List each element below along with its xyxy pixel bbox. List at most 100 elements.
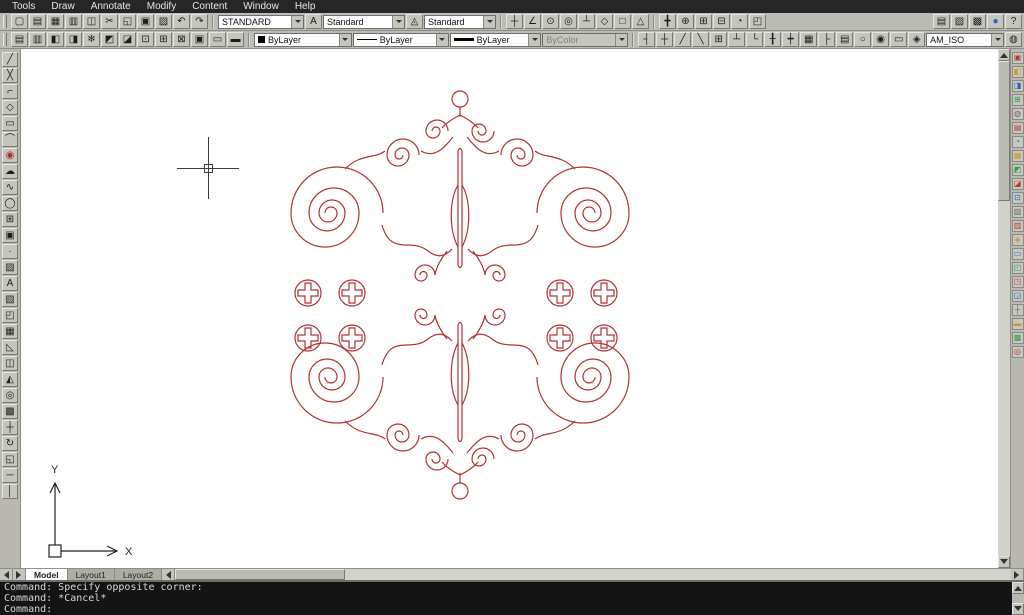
gradient-tool-icon[interactable]: ▧ xyxy=(2,292,18,307)
undo-icon[interactable]: ↶ xyxy=(173,14,190,29)
rotate-tool-icon[interactable]: ↻ xyxy=(2,436,18,451)
match-properties-icon[interactable]: ▨ xyxy=(155,14,172,29)
text-style-combo[interactable]: Standard xyxy=(323,14,405,29)
leader-note-icon[interactable]: └ xyxy=(746,32,764,47)
vertical-scroll-thumb[interactable] xyxy=(998,61,1010,201)
zoom-window-icon[interactable]: ⊞ xyxy=(695,14,712,29)
revision-cloud-icon[interactable]: ☁ xyxy=(2,164,18,179)
power-dim-icon[interactable]: ▥ xyxy=(1011,220,1024,232)
object-snap-icon[interactable]: □ xyxy=(614,14,631,29)
fea-calculation-icon[interactable]: ⊞ xyxy=(1011,94,1024,106)
region-tool-icon[interactable]: ◰ xyxy=(2,308,18,323)
steel-shapes-icon[interactable]: ◪ xyxy=(1011,178,1024,190)
menu-item[interactable]: Tools xyxy=(4,0,43,13)
extend-tool-icon[interactable]: │ xyxy=(2,484,18,499)
angle-snap-icon[interactable]: ∠ xyxy=(524,14,541,29)
polyline-tool-icon[interactable]: ⌐ xyxy=(2,84,18,99)
horizontal-scroll-thumb[interactable] xyxy=(175,569,346,580)
shaft-generator-icon[interactable]: ◨ xyxy=(1011,80,1024,92)
balloon-icon[interactable]: ○ xyxy=(854,32,872,47)
color-combo[interactable]: ByLayer xyxy=(254,32,352,47)
snap-track-icon[interactable]: △ xyxy=(632,14,649,29)
lineweight-settings-icon[interactable]: ▬ xyxy=(227,32,244,47)
dim-style-combo[interactable]: STANDARD xyxy=(218,14,304,29)
surface-finish-icon[interactable]: ◰ xyxy=(1011,262,1024,274)
edge-symbols-icon[interactable]: ◲ xyxy=(1011,290,1024,302)
layout-tab[interactable]: Layout2 xyxy=(114,569,163,580)
combo-arrow-icon[interactable] xyxy=(392,15,404,28)
surface-symbol-icon[interactable]: ╱ xyxy=(674,32,692,47)
pan-icon[interactable]: ╋ xyxy=(659,14,676,29)
text-style-icon[interactable]: A xyxy=(305,14,322,29)
construction-line-icon[interactable]: ╳ xyxy=(2,68,18,83)
centerline-icon[interactable]: ╂ xyxy=(764,32,782,47)
dim-style-icon[interactable]: ◬ xyxy=(406,14,423,29)
hole-chart-icon[interactable]: ▦ xyxy=(800,32,818,47)
belt-drive-icon[interactable]: ▦ xyxy=(1011,150,1024,162)
ellipse-tool-icon[interactable]: ◯ xyxy=(2,196,18,211)
menu-item[interactable]: Modify xyxy=(139,0,184,13)
revision-list-icon[interactable]: ▩ xyxy=(1011,332,1024,344)
command-scrollbar[interactable] xyxy=(1012,582,1024,615)
rectangle-tool-icon[interactable]: ▭ xyxy=(2,116,18,131)
layer-off-icon[interactable]: ◪ xyxy=(119,32,136,47)
menu-item[interactable]: Help xyxy=(287,0,324,13)
weld-symbols-icon[interactable]: ◳ xyxy=(1011,276,1024,288)
combo-arrow-icon[interactable] xyxy=(991,33,1003,46)
zoom-previous-icon[interactable]: ⊟ xyxy=(713,14,730,29)
drawing-canvas[interactable]: Y X xyxy=(21,49,998,568)
new-drawing-icon[interactable]: ▢ xyxy=(11,14,28,29)
lineweight-combo[interactable]: ByLayer xyxy=(449,32,542,47)
combo-arrow-icon[interactable] xyxy=(435,33,448,46)
offset-tool-icon[interactable]: ◎ xyxy=(2,388,18,403)
zoom-realtime-icon[interactable]: ⊕ xyxy=(677,14,694,29)
polar-tracking-icon[interactable]: ◇ xyxy=(596,14,613,29)
menu-item[interactable]: Draw xyxy=(43,0,82,13)
horizontal-scrollbar[interactable] xyxy=(162,569,1024,580)
layer-previous-icon[interactable]: ◧ xyxy=(47,32,64,47)
layer-isolate-icon[interactable]: ◨ xyxy=(65,32,82,47)
weld-symbol-icon[interactable]: ╲ xyxy=(692,32,710,47)
vertical-scroll-track[interactable] xyxy=(998,201,1010,556)
properties-palette-icon[interactable]: ▤ xyxy=(933,14,950,29)
erase-tool-icon[interactable]: ◺ xyxy=(2,340,18,355)
array-tool-icon[interactable]: ▩ xyxy=(2,404,18,419)
command-line-panel[interactable]: Command: Specify opposite corner: Command… xyxy=(0,580,1024,615)
scroll-down-button[interactable] xyxy=(998,556,1010,568)
part-reference-icon[interactable]: ◉ xyxy=(872,32,890,47)
bom-list-icon[interactable]: ⊡ xyxy=(1011,192,1024,204)
move-tool-icon[interactable]: ┼ xyxy=(2,420,18,435)
help-icon[interactable]: ? xyxy=(1005,14,1022,29)
horizontal-scroll-track[interactable] xyxy=(345,569,1011,580)
scroll-up-button[interactable] xyxy=(998,49,1010,61)
command-scroll-down-button[interactable] xyxy=(1012,603,1024,615)
menu-item[interactable]: Content xyxy=(184,0,235,13)
menu-item[interactable]: Window xyxy=(235,0,287,13)
scale-tool-icon[interactable]: ◱ xyxy=(2,452,18,467)
title-block-icon[interactable]: ▬ xyxy=(1011,318,1024,330)
tolerance-icon[interactable]: ◈ xyxy=(1011,234,1024,246)
spring-design-icon[interactable]: ◔ xyxy=(1011,136,1024,148)
fits-icon[interactable]: ├ xyxy=(818,32,836,47)
layer-states-icon[interactable]: ▥ xyxy=(29,32,46,47)
hatch-tool-icon[interactable]: ▨ xyxy=(2,260,18,275)
named-views-icon[interactable]: ◰ xyxy=(749,14,766,29)
open-drawing-icon[interactable]: ▤ xyxy=(29,14,46,29)
chain-drive-icon[interactable]: ▤ xyxy=(1011,122,1024,134)
layout-tab[interactable]: Model xyxy=(26,569,68,580)
mirror-tool-icon[interactable]: ◭ xyxy=(2,372,18,387)
render-icon[interactable]: ● xyxy=(987,14,1004,29)
current-style-combo[interactable]: Standard xyxy=(424,14,496,29)
insert-block-icon[interactable]: ⊞ xyxy=(2,212,18,227)
combo-arrow-icon[interactable] xyxy=(528,33,541,46)
tool-palettes-icon[interactable]: ▩ xyxy=(969,14,986,29)
plot-preview-icon[interactable]: ◫ xyxy=(83,14,100,29)
polygon-tool-icon[interactable]: ◇ xyxy=(2,100,18,115)
title-border-icon[interactable]: ▭ xyxy=(890,32,908,47)
combo-arrow-icon[interactable] xyxy=(483,15,495,28)
trim-tool-icon[interactable]: ─ xyxy=(2,468,18,483)
layer-lock-icon[interactable]: ◩ xyxy=(101,32,118,47)
copy-tool-icon[interactable]: ◫ xyxy=(2,356,18,371)
combo-arrow-icon[interactable] xyxy=(291,15,303,28)
paste-icon[interactable]: ▣ xyxy=(137,14,154,29)
